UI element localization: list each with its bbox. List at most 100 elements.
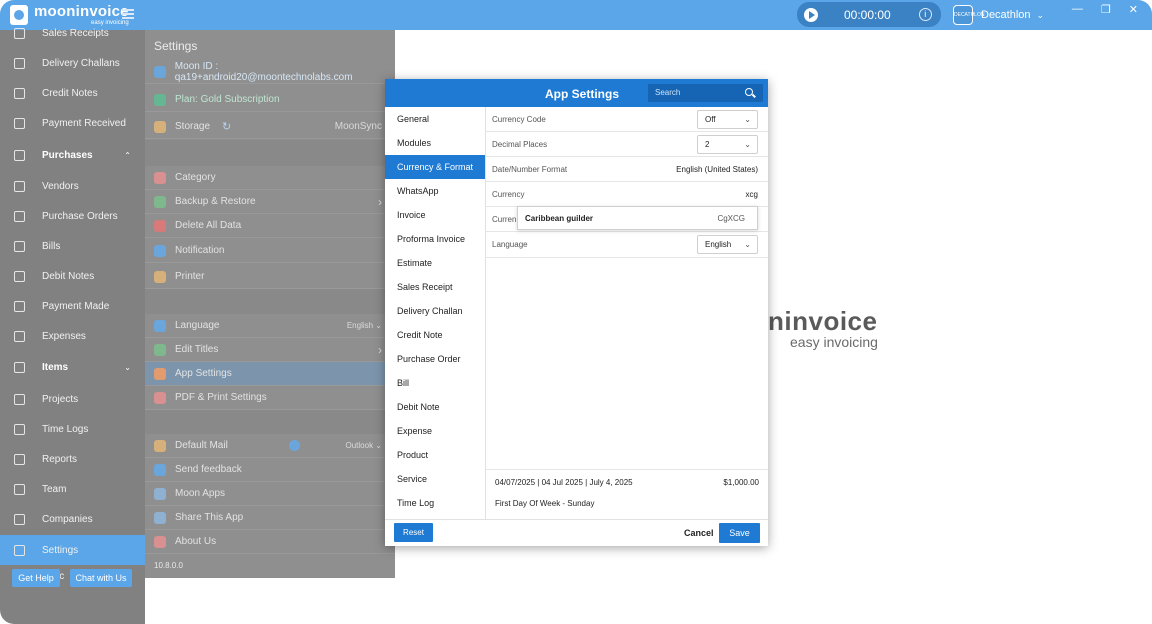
sidebar-item-vendors[interactable]: Vendors <box>0 173 145 199</box>
trash-icon <box>154 219 166 232</box>
decimal-places-row: Decimal Places 2 ⌄ <box>486 132 768 157</box>
payment-icon <box>14 300 25 312</box>
settings-row-moon-apps[interactable]: Moon Apps <box>145 482 395 506</box>
category-time-log[interactable]: Time Log <box>385 491 485 515</box>
sidebar-item-payment-received[interactable]: Payment Received <box>0 110 145 136</box>
sidebar-item-companies[interactable]: Companies <box>0 506 145 532</box>
category-delivery-challan[interactable]: Delivery Challan <box>385 299 485 323</box>
team-icon <box>14 483 25 495</box>
sidebar-item-projects[interactable]: Projects <box>0 386 145 412</box>
category-sales-receipt[interactable]: Sales Receipt <box>385 275 485 299</box>
sidebar-item-delivery-challans[interactable]: Delivery Challans <box>0 50 145 76</box>
sidebar-item-expenses[interactable]: Expenses <box>0 323 145 349</box>
sidebar-item-label: Time Logs <box>42 423 89 435</box>
currency-code-row: Currency Code Off ⌄ <box>486 107 768 132</box>
settings-row-printer[interactable]: Printer <box>145 265 395 289</box>
info-icon[interactable]: i <box>918 8 932 21</box>
watermark-name: ninvoice <box>768 306 878 336</box>
row-label: Share This App <box>175 512 244 523</box>
sidebar-item-debit-notes[interactable]: Debit Notes <box>0 263 145 289</box>
settings-row-default-mail[interactable]: Default Mail Outlook ⌄ <box>145 434 395 458</box>
category-expense[interactable]: Expense <box>385 419 485 443</box>
sidebar-section-purchases[interactable]: Purchases ⌃ <box>0 142 145 168</box>
maximize-button[interactable]: ❐ <box>1101 3 1111 16</box>
box-icon <box>14 361 25 373</box>
settings-row-edit-titles[interactable]: Edit Titles › <box>145 338 395 362</box>
category-currency-format[interactable]: Currency & Format <box>385 155 485 179</box>
sidebar-item-purchase-orders[interactable]: Purchase Orders <box>0 203 145 229</box>
menu-toggle-icon[interactable] <box>122 9 134 19</box>
search-icon[interactable] <box>745 88 753 96</box>
category-whatsapp[interactable]: WhatsApp <box>385 179 485 203</box>
settings-row-feedback[interactable]: Send feedback <box>145 458 395 482</box>
refresh-icon[interactable]: ↻ <box>222 120 231 133</box>
settings-row-share[interactable]: Share This App <box>145 506 395 530</box>
clock-icon <box>14 423 25 435</box>
category-debit-note[interactable]: Debit Note <box>385 395 485 419</box>
category-proforma-invoice[interactable]: Proforma Invoice <box>385 227 485 251</box>
settings-row-language[interactable]: Language English ⌄ <box>145 314 395 338</box>
sidebar-item-settings[interactable]: Settings <box>0 535 145 565</box>
timer-value: 00:00:00 <box>844 7 891 22</box>
category-purchase-order[interactable]: Purchase Order <box>385 347 485 371</box>
sidebar-item-sales-receipts[interactable]: Sales Receipts <box>0 20 145 46</box>
language-select[interactable]: English ⌄ <box>697 235 758 254</box>
sidebar-item-label: Purchases <box>42 149 93 161</box>
get-help-button[interactable]: Get Help <box>12 569 60 587</box>
category-product[interactable]: Product <box>385 443 485 467</box>
currency-suggestion[interactable]: Caribbean guilder CgXCG <box>517 206 758 230</box>
plan-row[interactable]: Plan: Gold Subscription <box>145 88 395 112</box>
category-service[interactable]: Service <box>385 467 485 491</box>
chevron-down-icon: ⌄ <box>744 115 751 124</box>
category-invoice[interactable]: Invoice <box>385 203 485 227</box>
sidebar-item-label: Delivery Challans <box>42 57 120 69</box>
settings-category-list: General Modules Currency & Format WhatsA… <box>385 107 486 519</box>
building-icon <box>14 513 25 525</box>
settings-row-delete[interactable]: Delete All Data <box>145 214 395 238</box>
chevron-up-icon: ⌃ <box>124 150 131 160</box>
sidebar-item-time-logs[interactable]: Time Logs <box>0 416 145 442</box>
settings-row-pdf[interactable]: PDF & Print Settings <box>145 386 395 410</box>
payment-icon <box>14 117 25 129</box>
save-button[interactable]: Save <box>719 523 760 543</box>
category-bill[interactable]: Bill <box>385 371 485 395</box>
sidebar-item-reports[interactable]: Reports <box>0 446 145 472</box>
settings-row-about[interactable]: About Us <box>145 530 395 554</box>
sidebar-item-label: Reports <box>42 453 78 465</box>
close-button[interactable]: ✕ <box>1129 3 1138 16</box>
sidebar-item-label: Payment Received <box>42 117 126 129</box>
timer-widget: 00:00:00 i <box>797 2 941 27</box>
minimize-button[interactable]: — <box>1072 3 1083 16</box>
company-switcher[interactable]: DECATHLON Decathlon ⌄ <box>953 5 1044 25</box>
field-label: Date/Number Format <box>492 165 568 174</box>
storage-row[interactable]: Storage ↻ MoonSync <box>145 115 395 139</box>
settings-row-backup[interactable]: Backup & Restore › <box>145 190 395 214</box>
cancel-button[interactable]: Cancel <box>684 528 714 538</box>
sidebar-item-payment-made[interactable]: Payment Made <box>0 293 145 319</box>
sidebar-item-team[interactable]: Team <box>0 476 145 502</box>
currency-code-select[interactable]: Off ⌄ <box>697 110 758 129</box>
category-credit-note[interactable]: Credit Note <box>385 323 485 347</box>
mail-icon <box>154 439 166 452</box>
format-preview: 04/07/2025 | 04 Jul 2025 | July 4, 2025 … <box>486 469 768 519</box>
decimal-places-select[interactable]: 2 ⌄ <box>697 135 758 154</box>
settings-row-app-settings[interactable]: App Settings <box>145 362 395 386</box>
row-label: Category <box>175 172 216 183</box>
user-icon <box>154 65 166 78</box>
row-label: Default Mail <box>175 440 228 451</box>
settings-row-notification[interactable]: Notification <box>145 239 395 263</box>
sidebar-section-items[interactable]: Items ⌄ <box>0 354 145 380</box>
play-icon[interactable] <box>804 7 818 22</box>
category-estimate[interactable]: Estimate <box>385 251 485 275</box>
row-label: Backup & Restore <box>175 196 256 207</box>
chat-button[interactable]: Chat with Us <box>70 569 132 587</box>
category-modules[interactable]: Modules <box>385 131 485 155</box>
currency-row[interactable]: Currency xcg <box>486 182 768 207</box>
settings-row-category[interactable]: Category <box>145 166 395 190</box>
date-format-row[interactable]: Date/Number Format English (United State… <box>486 157 768 182</box>
category-general[interactable]: General <box>385 107 485 131</box>
sidebar-item-credit-notes[interactable]: Credit Notes <box>0 80 145 106</box>
reset-button[interactable]: Reset <box>394 523 433 542</box>
sidebar-item-bills[interactable]: Bills <box>0 233 145 259</box>
company-logo: DECATHLON <box>953 5 984 25</box>
